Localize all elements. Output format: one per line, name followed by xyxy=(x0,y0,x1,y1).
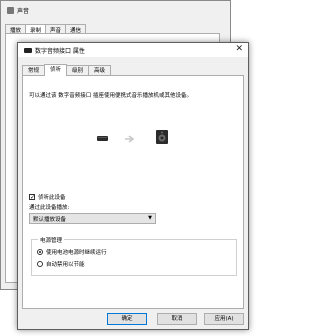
radio-auto-disable[interactable]: 自动禁用以节能 xyxy=(37,260,85,268)
apply-button[interactable]: 应用(A) xyxy=(204,313,244,325)
dialog-title: 数字音频接口 属性 xyxy=(35,48,85,55)
listen-description: 可以通过该 数字音频接口 插座使用便携式音乐播放机或其他设备。 xyxy=(29,93,192,99)
sound-app-icon xyxy=(7,6,14,14)
audio-jack-device-icon xyxy=(97,136,108,141)
playback-device-value: 默认播放设备 xyxy=(33,217,67,223)
power-management-title: 电源管理 xyxy=(38,236,65,244)
ok-button[interactable]: 确定 xyxy=(107,313,147,325)
tab-listen[interactable]: 侦听 xyxy=(44,64,68,76)
sound-window-title: 声音 xyxy=(17,7,30,15)
cancel-button[interactable]: 取消 xyxy=(157,313,197,325)
sound-window-titlebar: 声音 xyxy=(7,5,29,15)
speaker-device-icon xyxy=(24,48,32,53)
close-icon[interactable]: ✕ xyxy=(235,44,243,54)
dialog-titlebar[interactable]: 数字音频接口 属性 ✕ xyxy=(18,43,248,57)
power-management-group: 电源管理 使用电池电源时继续运行 自动禁用以节能 xyxy=(31,236,237,276)
listen-checkbox[interactable]: ✓ xyxy=(29,194,35,201)
radio-continue-on-battery-label: 使用电池电源时继续运行 xyxy=(46,250,107,256)
speaker-icon xyxy=(156,130,168,144)
radio-auto-disable-label: 自动禁用以节能 xyxy=(46,262,85,268)
playback-device-select[interactable]: 默认播放设备 ▼ xyxy=(29,213,156,224)
playback-via-label: 通过此设备播放: xyxy=(29,205,70,211)
chevron-down-icon: ▼ xyxy=(148,215,152,221)
listen-checkbox-label: 侦听此设备 xyxy=(38,195,66,201)
radio-continue-on-battery[interactable]: 使用电池电源时继续运行 xyxy=(37,248,107,256)
radio-continue-on-battery-button[interactable] xyxy=(37,249,43,255)
listen-panel: 可以通过该 数字音频接口 插座使用便携式音乐播放机或其他设备。 ✓ 侦听此设备 … xyxy=(22,75,244,309)
radio-auto-disable-button[interactable] xyxy=(37,261,43,267)
arrow-right-icon xyxy=(125,135,135,143)
properties-dialog: 数字音频接口 属性 ✕ 常规 侦听 级别 高级 可以通过该 数字音频接口 插座使… xyxy=(17,42,249,330)
listen-checkbox-row[interactable]: ✓ 侦听此设备 xyxy=(29,193,66,201)
